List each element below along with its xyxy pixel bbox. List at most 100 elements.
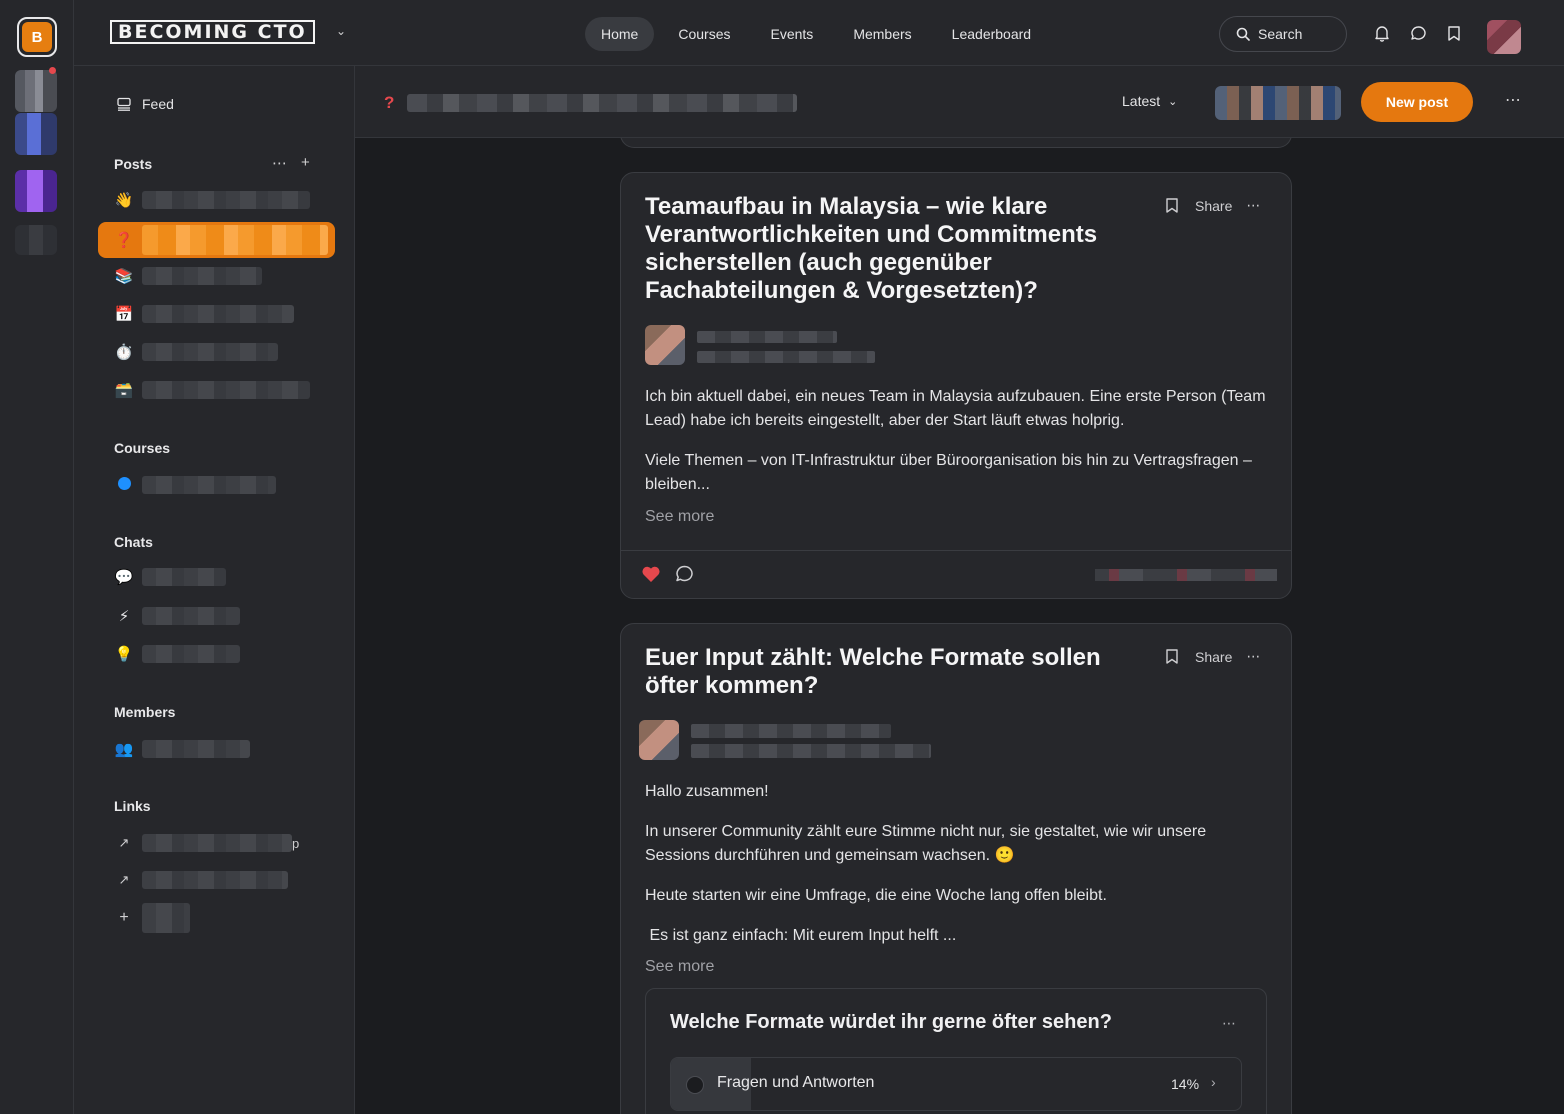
- links-heading: Links: [114, 798, 151, 814]
- redacted-chat-name: [142, 645, 240, 663]
- author-avatar[interactable]: [639, 720, 679, 760]
- sidebar-post-space[interactable]: ⏱️: [98, 334, 335, 370]
- community-logo: B: [22, 22, 52, 52]
- sidebar-chat[interactable]: ⚡: [98, 598, 335, 634]
- plus-icon[interactable]: +: [301, 154, 310, 172]
- post-title[interactable]: Teamaufbau in Malaysia – wie klare Veran…: [645, 193, 1125, 305]
- post-body-paragraph: Es ist ganz einfach: Mit eurem Input hel…: [645, 927, 957, 944]
- redacted-add-label: [142, 903, 190, 933]
- sidebar-chat[interactable]: 💬: [98, 559, 335, 595]
- redacted-space-name: [142, 343, 278, 361]
- sidebar-post-space-active[interactable]: ❓: [98, 222, 335, 258]
- people-icon: 👥: [114, 741, 134, 758]
- more-icon[interactable]: ⋯: [272, 154, 287, 172]
- post-body-paragraph: Ich bin aktuell dabei, ein neues Team in…: [645, 388, 1266, 429]
- redacted-space-title: [407, 94, 797, 112]
- bookmark-icon[interactable]: [1165, 197, 1179, 214]
- external-link-icon: ↗: [118, 872, 130, 887]
- top-navigation-bar: BECOMING CTO ⌄ Home Courses Events Membe…: [74, 0, 1564, 66]
- sidebar-chat[interactable]: 💡: [98, 636, 335, 672]
- heart-icon[interactable]: [641, 565, 661, 583]
- brand-logo[interactable]: BECOMING CTO: [110, 20, 315, 44]
- post-actions: Share ⋯: [1165, 648, 1260, 665]
- redacted-post-meta: [691, 744, 931, 758]
- search-button[interactable]: Search: [1219, 16, 1347, 52]
- sidebar-link[interactable]: ↗: [98, 862, 335, 898]
- poll-option[interactable]: Fragen und Antworten 14% ›: [670, 1057, 1242, 1111]
- members-heading: Members: [114, 704, 176, 720]
- bookmark-icon[interactable]: [1443, 22, 1465, 44]
- user-avatar[interactable]: [1487, 20, 1521, 54]
- chats-heading: Chats: [114, 534, 153, 550]
- speech-bubble-icon: 💬: [114, 569, 134, 586]
- chat-bubble-icon[interactable]: [1407, 22, 1429, 44]
- previous-post-card: [620, 138, 1292, 148]
- main-nav: Home Courses Events Members Leaderboard: [585, 17, 1047, 51]
- new-post-button[interactable]: New post: [1361, 82, 1473, 122]
- post-body-paragraph: Viele Themen – von IT-Infrastruktur über…: [645, 452, 1252, 493]
- question-mark-icon: ?: [384, 93, 395, 112]
- posts-actions: ⋯ +: [272, 154, 310, 172]
- redacted-link-name: [142, 871, 288, 889]
- nav-home[interactable]: Home: [585, 17, 655, 51]
- see-more-link[interactable]: See more: [645, 958, 714, 976]
- sidebar-post-space[interactable]: 📚: [98, 258, 335, 294]
- redacted-space-name: [142, 225, 328, 255]
- post-title[interactable]: Euer Input zählt: Welche Formate sollen …: [645, 644, 1125, 700]
- external-link-icon: ↗: [118, 835, 130, 850]
- space-emoji-icon: 🗃️: [114, 382, 134, 399]
- post-body-paragraph: Heute starten wir eine Umfrage, die eine…: [645, 887, 1107, 904]
- more-options-icon[interactable]: ⋯: [1222, 1015, 1237, 1032]
- chevron-down-icon[interactable]: ⌄: [336, 24, 346, 38]
- community-tile[interactable]: [15, 170, 57, 212]
- nav-events[interactable]: Events: [755, 17, 830, 51]
- share-button[interactable]: Share: [1195, 649, 1232, 665]
- comment-icon[interactable]: [675, 565, 694, 583]
- redacted-course-name: [142, 476, 276, 494]
- sidebar-post-space[interactable]: 📅: [98, 296, 335, 332]
- sidebar-course[interactable]: [98, 467, 335, 503]
- nav-courses[interactable]: Courses: [662, 17, 746, 51]
- sidebar-add-link[interactable]: +: [98, 900, 335, 936]
- more-options-icon[interactable]: ⋯: [1246, 197, 1260, 214]
- community-tile[interactable]: [15, 113, 57, 155]
- more-options-icon[interactable]: ⋯: [1246, 648, 1260, 665]
- see-more-link[interactable]: See more: [645, 508, 714, 526]
- nav-members[interactable]: Members: [837, 17, 927, 51]
- sidebar-post-space[interactable]: 🗃️: [98, 372, 335, 408]
- share-button[interactable]: Share: [1195, 198, 1232, 214]
- search-icon: [1236, 27, 1250, 41]
- nav-leaderboard[interactable]: Leaderboard: [936, 17, 1047, 51]
- poll-question: Welche Formate würdet ihr gerne öfter se…: [670, 1011, 1112, 1033]
- course-dot-icon: [114, 476, 134, 494]
- redacted-chat-name: [142, 607, 240, 625]
- post-footer: [621, 550, 1291, 598]
- post-feed: Teamaufbau in Malaysia – wie klare Veran…: [355, 138, 1564, 1114]
- sidebar-members-link[interactable]: 👥: [98, 731, 335, 767]
- community-switcher-active[interactable]: B: [17, 17, 57, 57]
- community-rail: B: [0, 0, 74, 1114]
- app-root: B BECOMING CTO ⌄ Home Courses Events Mem…: [0, 0, 1564, 1114]
- bookmark-icon[interactable]: [1165, 648, 1179, 665]
- community-tile[interactable]: [15, 70, 57, 112]
- sidebar-post-space[interactable]: 👋: [98, 182, 335, 218]
- left-sidebar: Feed Posts ⋯ + 👋 ❓ 📚 📅 ⏱️ 🗃️ Courses Cha…: [74, 66, 355, 1114]
- community-tile[interactable]: [15, 225, 57, 255]
- radio-icon: [686, 1076, 704, 1094]
- more-options-icon[interactable]: ⋯: [1505, 90, 1522, 110]
- space-emoji-icon: ⏱️: [114, 344, 134, 361]
- post-body-paragraph: Hallo zusammen!: [645, 783, 769, 800]
- sidebar-link[interactable]: ↗ p: [98, 825, 335, 861]
- space-member-avatars[interactable]: [1215, 86, 1341, 120]
- poll-option-label: Fragen und Antworten: [717, 1074, 875, 1091]
- redacted-chat-name: [142, 568, 226, 586]
- sort-dropdown[interactable]: Latest ⌄: [1122, 93, 1177, 109]
- plus-icon: +: [119, 909, 129, 926]
- sidebar-item-feed[interactable]: Feed: [116, 96, 174, 112]
- bell-icon[interactable]: [1371, 22, 1393, 44]
- lightning-icon: ⚡: [118, 608, 130, 625]
- reaction-buttons: [641, 565, 694, 583]
- redacted-link-name: [142, 834, 292, 852]
- author-avatar[interactable]: [645, 325, 685, 365]
- redacted-space-name: [142, 305, 294, 323]
